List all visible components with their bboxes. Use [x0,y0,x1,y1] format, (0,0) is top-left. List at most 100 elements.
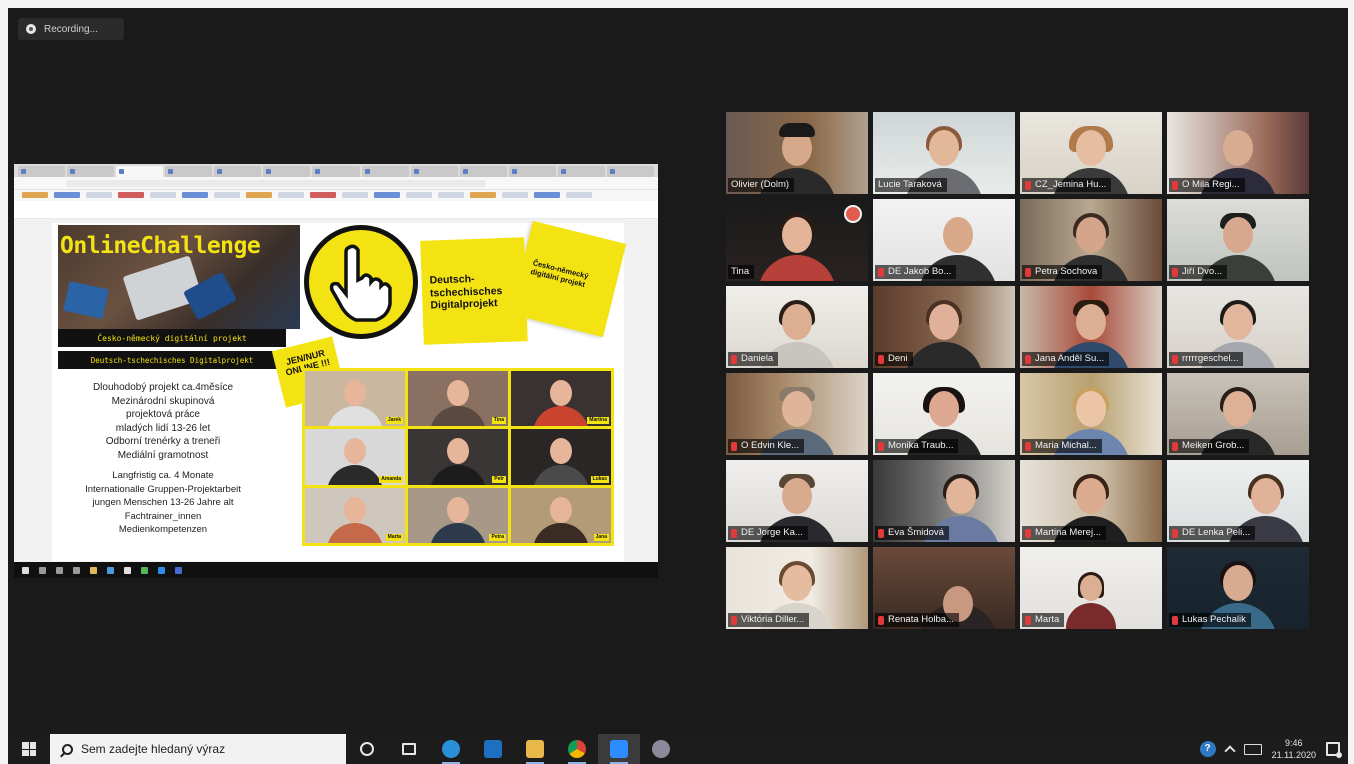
task-view-button[interactable] [388,734,430,764]
browser-tab[interactable] [214,166,262,177]
bookmark[interactable] [406,192,432,198]
browser-tab[interactable] [459,166,507,177]
bookmark[interactable] [278,192,304,198]
bookmark[interactable] [214,192,240,198]
participant-tile[interactable]: DE Lenka Peli... [1167,460,1309,542]
browser-tab[interactable] [312,166,360,177]
taskbar-clock[interactable]: 9:46 21.11.2020 [1272,737,1316,761]
browser-tab[interactable] [508,166,556,177]
participant-tile[interactable]: Daniela [726,286,868,368]
screen-border-top [0,0,1354,8]
participant-tile[interactable]: Jana Anděl Su... [1020,286,1162,368]
browser-tab[interactable] [165,166,213,177]
notifications-icon[interactable] [1326,742,1342,758]
recording-indicator[interactable]: Recording... [18,18,124,40]
browser-tab[interactable] [606,166,655,177]
participant-tile[interactable]: Renata Holba... [873,547,1015,629]
participant-tile[interactable]: Jiří Dvo... [1167,199,1309,281]
slide-canvas: OnlineChallenge Česko-německý digitální … [14,219,658,562]
browser-tab[interactable] [18,166,66,177]
participant-tile[interactable]: Lukas Pechalik [1167,547,1309,629]
desc-line: jungen Menschen 13-26 Jahre alt [92,497,234,508]
taskbar-app-chrome[interactable] [556,734,598,764]
participant-tile[interactable]: Maria Michal... [1020,373,1162,455]
address-bar[interactable] [66,180,486,187]
participant-tile[interactable]: DE Jakob Bo... [873,199,1015,281]
name-text: Jana Anděl Su... [1035,353,1105,364]
bookmark[interactable] [502,192,528,198]
participant-tile[interactable]: Eva Šmidová [873,460,1015,542]
bookmark[interactable] [310,192,336,198]
slide-subtitle-de: Deutsch-tschechisches Digitalprojekt [58,351,286,369]
participant-tile[interactable]: O Mila Regi... [1167,112,1309,194]
bookmark[interactable] [182,192,208,198]
bookmark[interactable] [150,192,176,198]
browser-tab-active[interactable] [116,166,164,177]
bookmark[interactable] [22,192,48,198]
bookmark[interactable] [54,192,80,198]
participant-tile[interactable]: Olivier (Dolm) [726,112,868,194]
taskbar-app-explorer[interactable] [514,734,556,764]
help-icon[interactable]: ? [1199,741,1216,757]
bookmark[interactable] [118,192,144,198]
participant-tile[interactable]: O Edvin Kle... [726,373,868,455]
bookmark[interactable] [470,192,496,198]
participant-name: Tina [728,265,755,279]
participant-tile[interactable]: Monika Traub... [873,373,1015,455]
browser-tab[interactable] [361,166,409,177]
collage-label: Marta [385,533,403,541]
browser-tab[interactable] [67,166,115,177]
show-hidden-icons-chevron-icon[interactable] [1223,745,1236,757]
participant-tile[interactable]: Viktória Diller... [726,547,868,629]
settings-icon [652,740,670,758]
participant-tile[interactable]: CZ_Jemina Hu... [1020,112,1162,194]
bookmark[interactable] [438,192,464,198]
bookmarks-bar [14,190,658,201]
muted-mic-icon [731,528,737,538]
taskview-icon [73,566,80,574]
participant-tile[interactable]: Meiken Grob... [1167,373,1309,455]
cortana-icon [56,566,63,574]
taskbar-app-edge[interactable] [430,734,472,764]
shared-screen[interactable]: OnlineChallenge Česko-německý digitální … [14,164,658,578]
participant-tile[interactable]: Lucie Taraková [873,112,1015,194]
start-button[interactable] [8,734,50,764]
participant-tile[interactable]: Petra Sochova [1020,199,1162,281]
browser-address-row [14,177,658,190]
name-text: Maria Michal... [1035,440,1097,451]
photo-notebook [63,281,109,319]
keyboard-icon[interactable] [1243,743,1262,755]
app-icon [175,566,182,574]
cortana-button[interactable] [346,734,388,764]
participant-tile-active-speaker[interactable]: Tina [726,199,868,281]
participant-tile[interactable]: Deni [873,286,1015,368]
edge-icon [442,740,460,758]
collage-label: Martina [587,417,609,425]
taskbar-app-mail[interactable] [472,734,514,764]
collage-tile: Martina [511,371,611,427]
bookmark[interactable] [246,192,272,198]
participant-tile[interactable]: DE Jorge Ka... [726,460,868,542]
taskbar-app-settings[interactable] [640,734,682,764]
bookmark[interactable] [342,192,368,198]
bookmark[interactable] [534,192,560,198]
participant-gallery: Olivier (Dolm) Lucie Taraková CZ_Jemina … [726,112,1309,630]
bookmark[interactable] [374,192,400,198]
name-text: Petra Sochova [1035,266,1098,277]
bookmark[interactable] [86,192,112,198]
muted-mic-icon [878,528,884,538]
browser-tab[interactable] [263,166,311,177]
participant-tile[interactable]: Marta [1020,547,1162,629]
clock-date: 21.11.2020 [1271,750,1316,760]
pointer-hand-icon [304,225,418,339]
bookmark[interactable] [566,192,592,198]
name-text: Marta [1035,614,1060,625]
taskbar-search-input[interactable]: Sem zadejte hledaný výraz [50,734,346,764]
desc-line: Medienkompetenzen [118,524,208,535]
participant-tile[interactable]: Martina Merej... [1020,460,1162,542]
browser-tab[interactable] [557,166,605,177]
taskbar-app-zoom[interactable] [598,734,640,764]
browser-tab[interactable] [410,166,458,177]
participant-name: Jiří Dvo... [1169,265,1228,279]
participant-tile[interactable]: rrrrrgeschel... [1167,286,1309,368]
